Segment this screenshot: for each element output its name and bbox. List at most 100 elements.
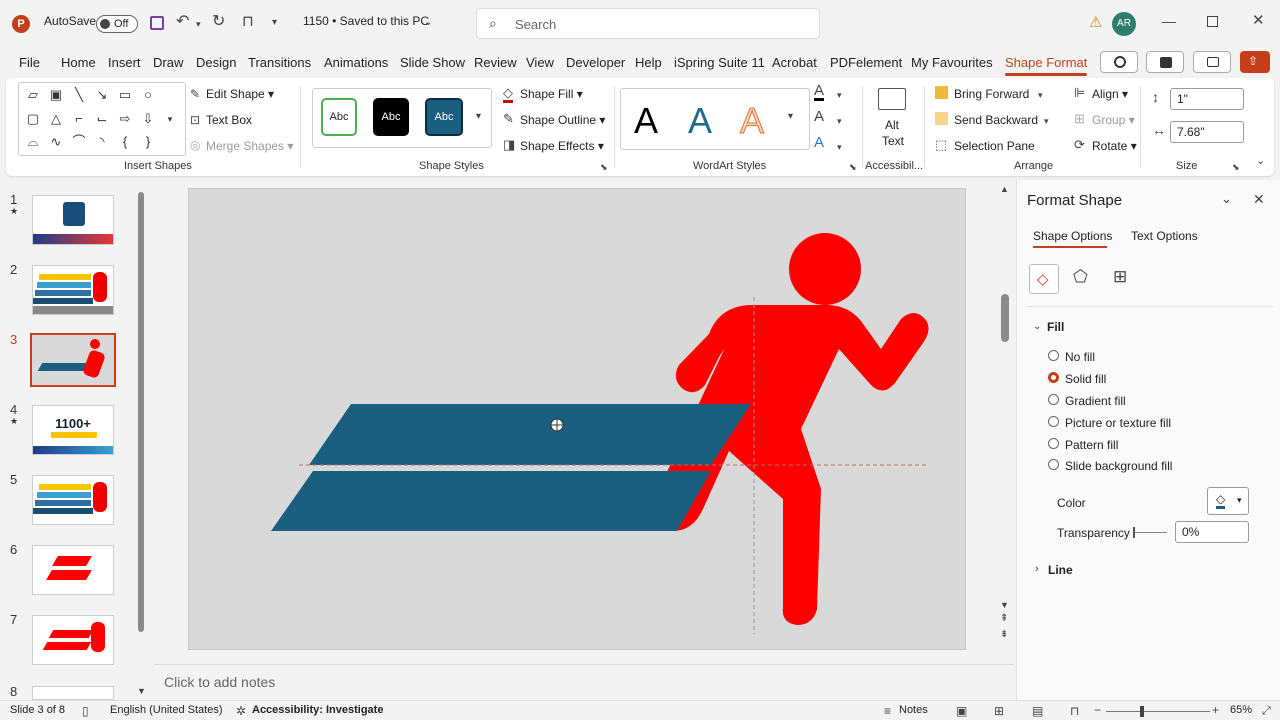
- zoom-level[interactable]: 65%: [1230, 704, 1252, 716]
- thumbnails-scroll-down-icon[interactable]: ▼: [137, 684, 146, 698]
- text-fill-dropdown-icon[interactable]: ▾: [837, 88, 842, 102]
- tab-view[interactable]: View: [526, 55, 554, 70]
- send-backward-button[interactable]: Send Backward: [954, 113, 1038, 127]
- tab-help[interactable]: Help: [635, 55, 662, 70]
- fit-slide-icon[interactable]: ⤢: [1262, 704, 1271, 718]
- shape-styles-more-icon[interactable]: ▾: [476, 110, 481, 124]
- tab-developer[interactable]: Developer: [566, 55, 625, 70]
- tab-home[interactable]: Home: [61, 55, 96, 70]
- fill-color-picker[interactable]: ◇ ▾: [1207, 487, 1249, 515]
- undo-dropdown-icon[interactable]: ▾: [196, 17, 201, 31]
- accessibility-status[interactable]: Accessibility: Investigate: [252, 704, 383, 716]
- share-button[interactable]: ⇧: [1240, 51, 1270, 73]
- save-icon[interactable]: [150, 16, 164, 30]
- next-slide-icon[interactable]: ⇟: [1000, 628, 1008, 642]
- parallelogram-shape-icon[interactable]: ▱: [26, 88, 40, 102]
- notes-placeholder[interactable]: Click to add notes: [164, 674, 275, 690]
- redo-icon[interactable]: ↻: [212, 14, 225, 30]
- tab-slide-show[interactable]: Slide Show: [400, 55, 465, 70]
- reading-view-icon[interactable]: ▤: [1032, 704, 1043, 718]
- elbow-connector-shape-icon[interactable]: ⌙: [95, 112, 109, 126]
- label-solid-fill[interactable]: Solid fill: [1065, 372, 1106, 386]
- oval-shape-icon[interactable]: ○: [141, 88, 155, 102]
- zoom-in-icon[interactable]: +: [1212, 703, 1219, 717]
- slide-sorter-icon[interactable]: ⊞: [994, 704, 1004, 718]
- fill-line-icon[interactable]: ◇: [1029, 264, 1059, 294]
- shape-width-input[interactable]: 7.68": [1170, 121, 1244, 143]
- language-indicator[interactable]: English (United States): [110, 704, 223, 716]
- send-backward-dropdown-icon[interactable]: ▾: [1044, 114, 1049, 128]
- right-arrow-shape-icon[interactable]: ⇨: [118, 112, 132, 126]
- slide-thumbnail-5[interactable]: [32, 475, 114, 525]
- shape-styles-launcher-icon[interactable]: ⬊: [600, 160, 608, 174]
- notes-area[interactable]: Click to add notes: [154, 664, 1014, 698]
- tab-design[interactable]: Design: [196, 55, 236, 70]
- rectangle-shape-icon[interactable]: ▭: [118, 88, 132, 102]
- slide-canvas[interactable]: [188, 188, 966, 650]
- radio-picture-fill[interactable]: [1048, 416, 1059, 427]
- edit-shape-button[interactable]: Edit Shape ▾: [206, 87, 274, 101]
- pane-options-chevron-icon[interactable]: ⌄: [1221, 192, 1232, 206]
- zoom-out-icon[interactable]: −: [1094, 703, 1101, 717]
- transparency-slider[interactable]: [1133, 527, 1167, 538]
- label-no-fill[interactable]: No fill: [1065, 350, 1095, 364]
- previous-slide-icon[interactable]: ⇞: [1000, 612, 1008, 626]
- wordart-more-icon[interactable]: ▾: [788, 110, 793, 124]
- size-properties-icon[interactable]: ⊞: [1113, 268, 1127, 285]
- text-fill-icon[interactable]: A: [814, 83, 825, 101]
- bring-forward-dropdown-icon[interactable]: ▾: [1038, 88, 1043, 102]
- transparency-input[interactable]: 0%: [1175, 521, 1249, 543]
- present-icon[interactable]: ⊓: [242, 14, 254, 29]
- slide-scroll-down-icon[interactable]: ▼: [1000, 598, 1009, 612]
- shape-fill-button[interactable]: Shape Fill ▾: [520, 87, 583, 101]
- arc-shape-icon[interactable]: ⌒: [72, 135, 86, 149]
- alt-text-button[interactable]: Alt Text: [868, 84, 918, 152]
- text-box-button[interactable]: Text Box: [206, 113, 252, 127]
- record-button[interactable]: [1100, 51, 1138, 73]
- fill-collapse-icon[interactable]: ⌄: [1033, 320, 1041, 334]
- style-swatch-blue[interactable]: Abc: [425, 98, 463, 136]
- arrow-line-shape-icon[interactable]: ↘: [95, 88, 109, 102]
- slide-thumbnail-2[interactable]: [32, 265, 114, 315]
- tab-text-options[interactable]: Text Options: [1131, 229, 1198, 243]
- tab-review[interactable]: Review: [474, 55, 517, 70]
- align-button[interactable]: Align ▾: [1092, 87, 1128, 101]
- restore-icon[interactable]: [1207, 16, 1218, 27]
- search-box[interactable]: ⌕ Search: [476, 8, 820, 39]
- freeform-shape-icon[interactable]: ⌓: [26, 135, 40, 149]
- left-brace-shape-icon[interactable]: {: [118, 135, 132, 149]
- connector-shape-icon[interactable]: ⌐: [72, 112, 86, 126]
- text-effects-dropdown-icon[interactable]: ▾: [837, 140, 842, 154]
- minimize-icon[interactable]: —: [1162, 14, 1176, 28]
- effects-pentagon-icon[interactable]: ⬠: [1073, 268, 1088, 285]
- present-teams-button[interactable]: [1146, 51, 1184, 73]
- document-title[interactable]: 1150 • Saved to this PC: [303, 14, 429, 28]
- rotate-button[interactable]: Rotate ▾: [1092, 139, 1137, 153]
- shape-height-input[interactable]: 1": [1170, 88, 1244, 110]
- label-slide-bg-fill[interactable]: Slide background fill: [1065, 459, 1172, 473]
- line-section-header[interactable]: Line: [1048, 563, 1073, 577]
- text-effects-icon[interactable]: A: [814, 135, 824, 150]
- scribble-shape-icon[interactable]: ∿: [49, 135, 63, 149]
- customize-toolbar-icon[interactable]: ▾: [272, 16, 277, 30]
- tab-shape-options[interactable]: Shape Options: [1033, 229, 1112, 243]
- pane-close-icon[interactable]: ✕: [1253, 192, 1265, 206]
- bring-forward-button[interactable]: Bring Forward: [954, 87, 1029, 101]
- undo-icon[interactable]: ↶: [176, 14, 189, 30]
- curve-shape-icon[interactable]: ◝: [95, 135, 109, 149]
- label-picture-fill[interactable]: Picture or texture fill: [1065, 416, 1171, 430]
- ribbon-collapse-icon[interactable]: ⌄: [1256, 154, 1265, 168]
- tab-transitions[interactable]: Transitions: [248, 55, 311, 70]
- parallelogram-lower-selected[interactable]: [271, 471, 711, 531]
- slide-scrollbar[interactable]: [1001, 294, 1009, 342]
- wordart-launcher-icon[interactable]: ⬊: [849, 160, 857, 174]
- notes-button[interactable]: Notes: [899, 704, 928, 716]
- slide-thumbnail-4[interactable]: 1100+: [32, 405, 114, 455]
- tab-insert[interactable]: Insert: [108, 55, 141, 70]
- style-swatch-black[interactable]: Abc: [373, 98, 409, 136]
- slideshow-icon[interactable]: ⊓: [1070, 704, 1079, 718]
- search-input[interactable]: Search: [515, 17, 556, 32]
- text-box-shape-icon[interactable]: ▣: [49, 88, 63, 102]
- wordart-orange[interactable]: A: [739, 100, 764, 142]
- radio-solid-fill[interactable]: [1048, 372, 1059, 383]
